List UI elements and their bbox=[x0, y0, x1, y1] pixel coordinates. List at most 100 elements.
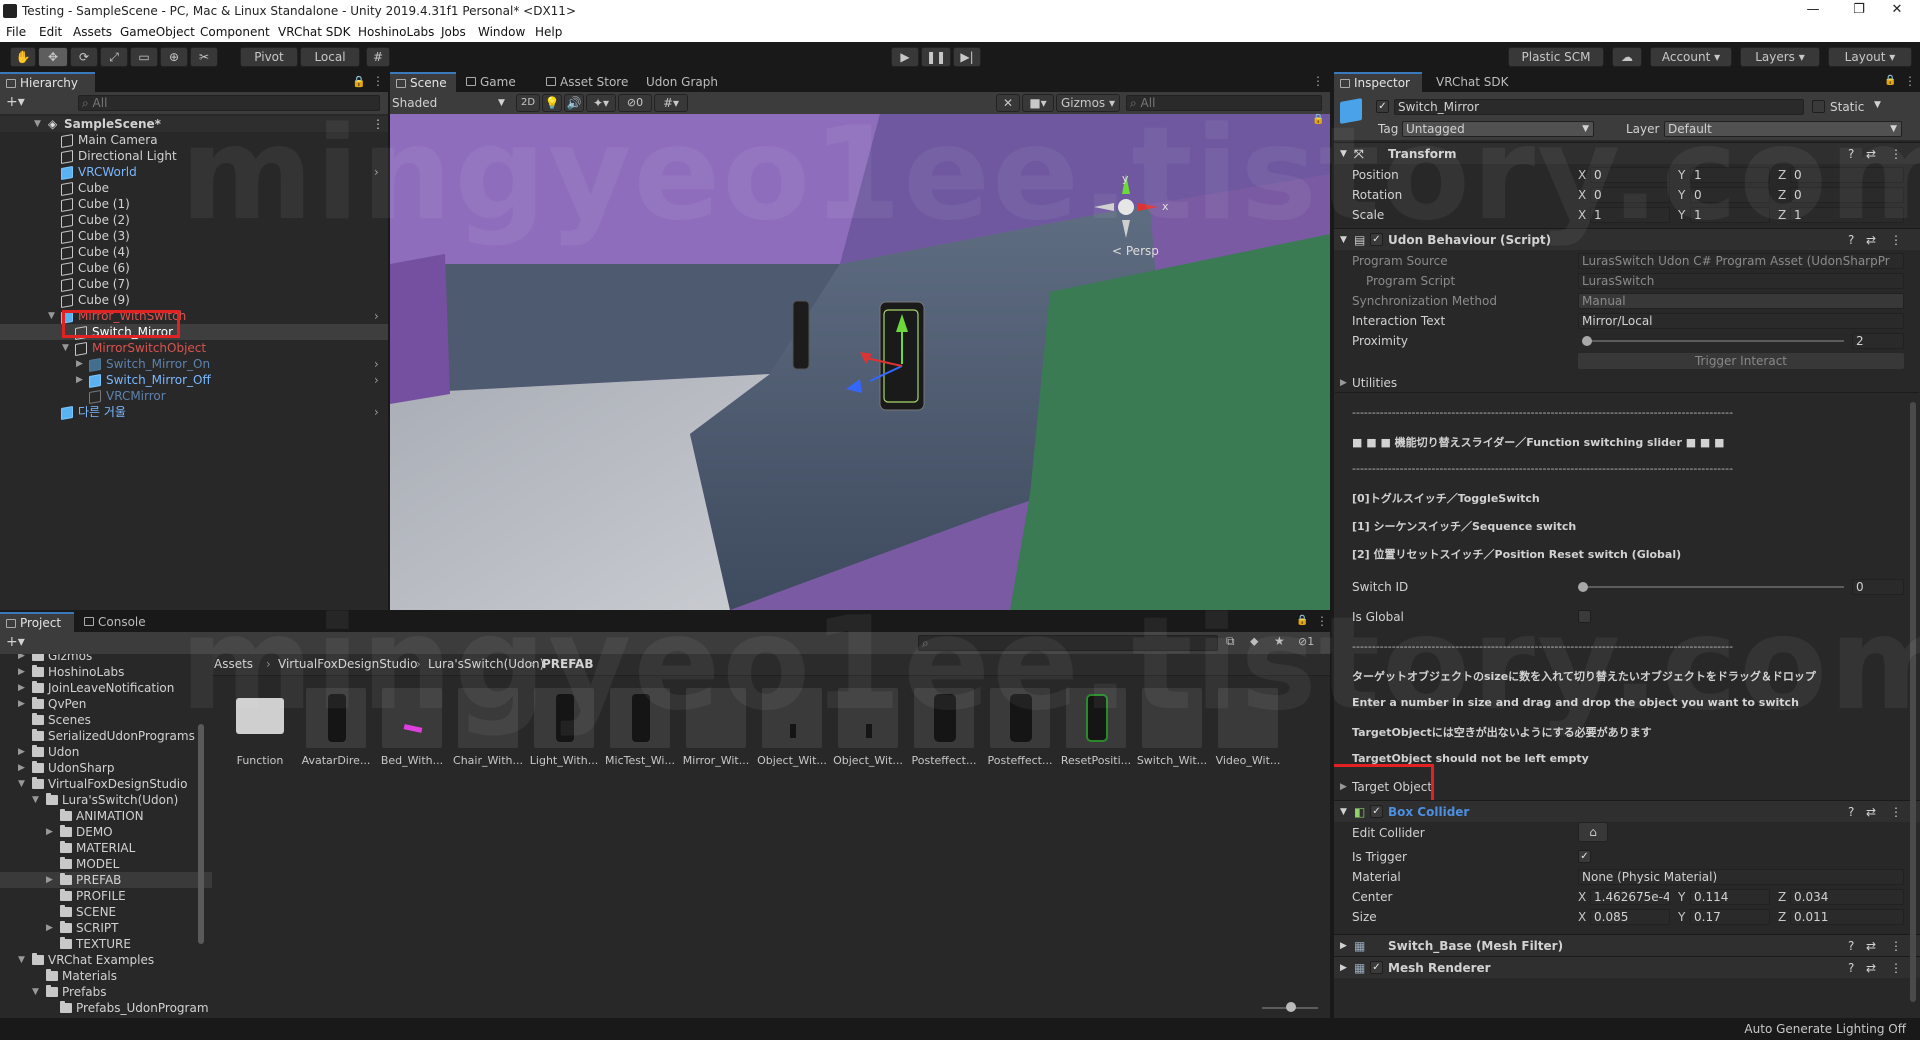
center-x-field[interactable]: 1.462675e-41 bbox=[1590, 889, 1670, 905]
presets-icon[interactable]: ⇄ bbox=[1866, 957, 1876, 979]
hierarchy-item[interactable]: Cube (2) bbox=[0, 212, 388, 228]
component-menu-icon[interactable]: ⋮ bbox=[1890, 229, 1902, 251]
kebab-menu-icon[interactable]: ⋮ bbox=[1312, 74, 1324, 88]
transform-tool-icon[interactable]: ⊕ bbox=[160, 47, 188, 67]
menu-jobs[interactable]: Jobs bbox=[441, 25, 466, 39]
chevron-right-icon[interactable]: › bbox=[374, 356, 379, 372]
hierarchy-item[interactable]: Cube (9) bbox=[0, 292, 388, 308]
cloud-icon[interactable]: ☁ bbox=[1612, 47, 1642, 67]
kebab-menu-icon[interactable]: ⋮ bbox=[1904, 74, 1916, 88]
scale-z-field[interactable]: 1 bbox=[1790, 207, 1904, 223]
expand-arrow-icon[interactable]: ▶ bbox=[18, 760, 25, 776]
thumbnail-size-knob[interactable] bbox=[1286, 1002, 1296, 1012]
folder-row[interactable]: Prefabs_UdonProgram bbox=[0, 1000, 212, 1016]
help-icon[interactable]: ? bbox=[1848, 229, 1854, 251]
breadcrumb-item[interactable]: Lura'sSwitch(Udon) bbox=[428, 654, 544, 674]
account-dropdown[interactable]: Account ▾ bbox=[1650, 47, 1732, 67]
folder-row[interactable]: ▼ Lura'sSwitch(Udon) bbox=[0, 792, 212, 808]
tab-console[interactable]: Console bbox=[78, 612, 158, 632]
folder-row[interactable]: ANIMATION bbox=[0, 808, 212, 824]
hierarchy-item[interactable]: VRCMirror bbox=[0, 388, 388, 404]
tools-icon[interactable]: ✕ bbox=[996, 94, 1020, 112]
expand-arrow-icon[interactable]: ▶ bbox=[76, 356, 83, 372]
expand-arrow-icon[interactable]: ▶ bbox=[46, 824, 53, 840]
step-button[interactable]: ▶| bbox=[953, 47, 981, 67]
play-button[interactable]: ▶ bbox=[891, 47, 919, 67]
layers-dropdown[interactable]: Layers ▾ bbox=[1740, 47, 1820, 67]
hidden-packages-toggle[interactable]: ⊘1 bbox=[1298, 635, 1314, 648]
tab-game[interactable]: Game bbox=[460, 72, 530, 92]
menu-vrchat-sdk[interactable]: VRChat SDK bbox=[278, 25, 351, 39]
hierarchy-item[interactable]: Cube (1) bbox=[0, 196, 388, 212]
tab-udon-graph[interactable]: Udon Graph bbox=[636, 72, 736, 92]
rotate-tool-icon[interactable]: ⟳ bbox=[70, 47, 98, 67]
rotation-x-field[interactable]: 0 bbox=[1590, 187, 1670, 203]
filter-type-icon[interactable]: ⧉ bbox=[1226, 634, 1235, 649]
folder-row[interactable]: Materials bbox=[0, 968, 212, 984]
asset-item[interactable]: Bed_With... bbox=[374, 688, 450, 778]
tab-inspector[interactable]: Inspector bbox=[1334, 72, 1422, 92]
lock-icon[interactable]: 🔒 bbox=[1884, 75, 1896, 86]
folder-row[interactable]: ▶ UdonSharp bbox=[0, 760, 212, 776]
tab-vrchat-sdk[interactable]: VRChat SDK bbox=[1424, 72, 1524, 92]
udon-header[interactable]: ▼ ▤ ✓ Udon Behaviour (Script) ? ⇄ ⋮ bbox=[1334, 228, 1920, 250]
orientation-gizmo-center[interactable] bbox=[1118, 199, 1134, 215]
expand-arrow-icon[interactable]: ▶ bbox=[1340, 374, 1347, 392]
proximity-slider-track[interactable] bbox=[1582, 340, 1844, 342]
trigger-interact-button[interactable]: Trigger Interact bbox=[1578, 353, 1904, 369]
collapse-arrow-icon[interactable]: ▼ bbox=[62, 340, 69, 356]
component-menu-icon[interactable]: ⋮ bbox=[1890, 957, 1902, 979]
center-z-field[interactable]: 0.034 bbox=[1790, 889, 1904, 905]
project-search-input[interactable]: ⌕ bbox=[918, 635, 1218, 651]
mesh-filter-header[interactable]: ▶ ▦ Switch_Base (Mesh Filter) ? ⇄ ⋮ bbox=[1334, 934, 1920, 956]
hierarchy-item[interactable]: Directional Light bbox=[0, 148, 388, 164]
pivot-toggle[interactable]: Pivot bbox=[240, 47, 298, 67]
collapse-arrow-icon[interactable]: ▼ bbox=[34, 116, 41, 132]
menu-hoshinolabs[interactable]: HoshinoLabs bbox=[358, 25, 434, 39]
chevron-right-icon[interactable]: › bbox=[374, 404, 379, 420]
hierarchy-item[interactable]: Cube (7) bbox=[0, 276, 388, 292]
size-y-field[interactable]: 0.17 bbox=[1690, 909, 1770, 925]
folder-row[interactable]: ▶ DEMO bbox=[0, 824, 212, 840]
static-checkbox[interactable] bbox=[1812, 100, 1825, 113]
collapse-arrow-icon[interactable]: ▼ bbox=[32, 984, 39, 1000]
menu-edit[interactable]: Edit bbox=[39, 25, 62, 39]
close-button[interactable]: ✕ bbox=[1874, 0, 1920, 22]
presets-icon[interactable]: ⇄ bbox=[1866, 229, 1876, 251]
asset-item[interactable]: Function bbox=[222, 688, 298, 778]
tab-scene[interactable]: Scene bbox=[390, 72, 456, 92]
tab-project[interactable]: Project bbox=[0, 612, 74, 632]
grid-snap-icon[interactable]: # bbox=[366, 47, 390, 67]
udon-enabled-checkbox[interactable]: ✓ bbox=[1370, 233, 1383, 246]
material-field[interactable]: None (Physic Material) bbox=[1578, 869, 1904, 885]
filter-label-icon[interactable]: ⬥ bbox=[1250, 634, 1258, 649]
plastic-scm-button[interactable]: Plastic SCM bbox=[1508, 47, 1604, 67]
hierarchy-search-input[interactable]: ⌕ All bbox=[78, 95, 380, 111]
help-icon[interactable]: ? bbox=[1848, 935, 1854, 957]
interaction-text-field[interactable]: Mirror/Local bbox=[1578, 313, 1904, 329]
asset-item[interactable]: Chair_With... bbox=[450, 688, 526, 778]
proximity-slider-knob[interactable] bbox=[1582, 336, 1592, 346]
position-y-field[interactable]: 1 bbox=[1690, 167, 1770, 183]
expand-arrow-icon[interactable]: ▶ bbox=[18, 664, 25, 680]
is-global-checkbox[interactable] bbox=[1578, 610, 1591, 623]
lock-icon[interactable]: 🔒 bbox=[352, 75, 366, 88]
collapse-arrow-icon[interactable]: ▼ bbox=[18, 776, 25, 792]
asset-item[interactable]: AvatarDire... bbox=[298, 688, 374, 778]
box-collider-enabled-checkbox[interactable]: ✓ bbox=[1370, 805, 1383, 818]
size-z-field[interactable]: 0.011 bbox=[1790, 909, 1904, 925]
hierarchy-item[interactable]: Cube (6) bbox=[0, 260, 388, 276]
menu-window[interactable]: Window bbox=[478, 25, 525, 39]
asset-item[interactable]: ResetPositi... bbox=[1058, 688, 1134, 778]
collapse-arrow-icon[interactable]: ▼ bbox=[1340, 229, 1347, 251]
asset-item[interactable]: Posteffect... bbox=[982, 688, 1058, 778]
edit-collider-button[interactable]: ⌂ bbox=[1578, 822, 1608, 842]
tag-dropdown[interactable]: Untagged ▼ bbox=[1402, 121, 1594, 137]
hierarchy-item[interactable]: Cube (3) bbox=[0, 228, 388, 244]
local-toggle[interactable]: Local bbox=[300, 47, 360, 67]
hierarchy-item[interactable]: Cube (4) bbox=[0, 244, 388, 260]
layer-dropdown[interactable]: Default ▼ bbox=[1664, 121, 1902, 137]
size-x-field[interactable]: 0.085 bbox=[1590, 909, 1670, 925]
presets-icon[interactable]: ⇄ bbox=[1866, 801, 1876, 823]
switch-id-field[interactable]: 0 bbox=[1852, 579, 1904, 595]
